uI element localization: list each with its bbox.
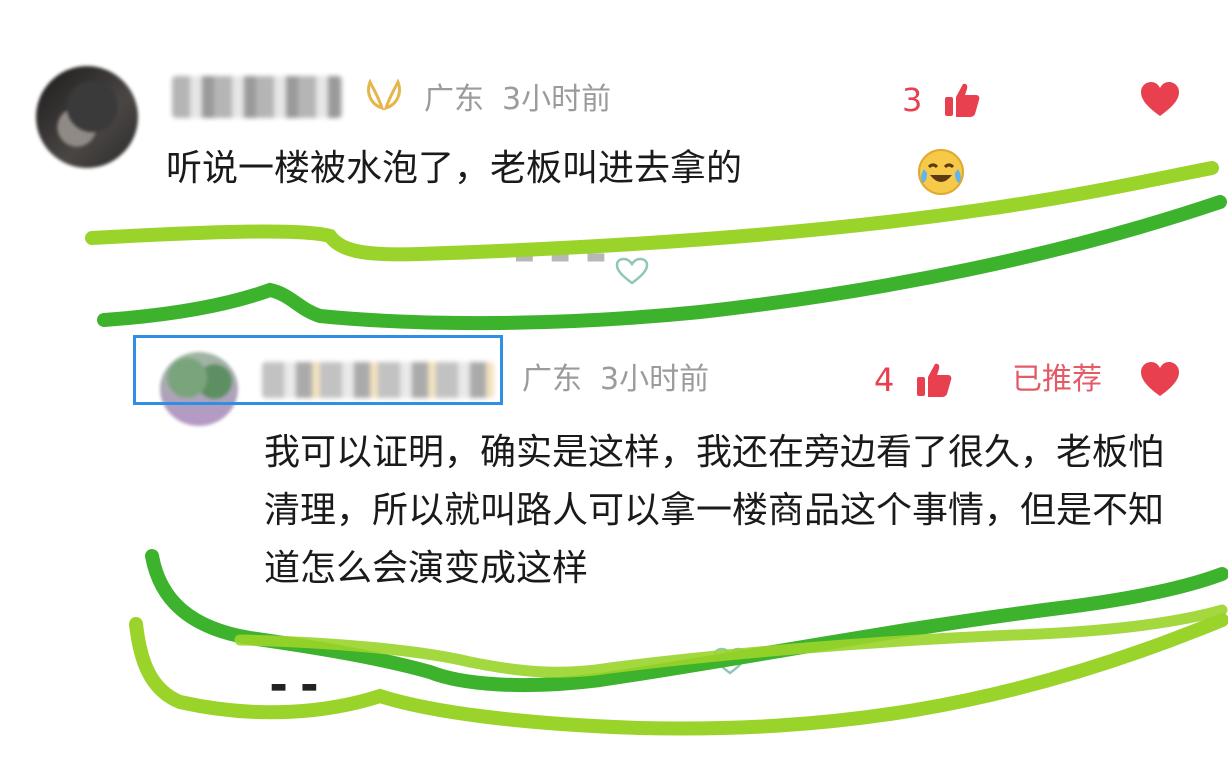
like-count: 3 bbox=[902, 81, 923, 119]
comment-text: 我可以证明，确实是这样，我还在旁边看了很久，老板怕清理，所以就叫路人可以拿一楼商… bbox=[264, 432, 1165, 589]
thumbs-up-icon[interactable] bbox=[942, 80, 982, 120]
location-label: 广东 bbox=[522, 362, 582, 397]
heart-outline-icon[interactable] bbox=[612, 256, 652, 286]
thumbs-up-icon[interactable] bbox=[914, 360, 954, 400]
timestamp: 3小时前 bbox=[502, 82, 612, 117]
divider-dashes: ▬ ▬ bbox=[270, 676, 322, 697]
heart-icon[interactable] bbox=[1140, 362, 1180, 398]
like-count: 4 bbox=[874, 361, 895, 399]
comment-text: 听说一楼被水泡了，老板叫进去拿的 bbox=[166, 148, 743, 189]
scribble-line bbox=[129, 613, 1228, 736]
heart-outline-icon[interactable] bbox=[710, 646, 750, 676]
location-label: 广东 bbox=[424, 82, 484, 117]
avatar[interactable] bbox=[36, 66, 138, 168]
timestamp: 3小时前 bbox=[600, 362, 710, 397]
username-blurred[interactable] bbox=[172, 76, 342, 118]
scribble-line bbox=[97, 195, 1227, 331]
comment-meta: 广东 3小时前 bbox=[522, 360, 709, 400]
recommended-label: 已推荐 bbox=[1012, 362, 1102, 397]
highlight-annotation-box bbox=[133, 335, 503, 405]
crying-laughing-emoji-icon bbox=[916, 147, 966, 197]
laurel-badge-icon bbox=[362, 76, 406, 127]
comment-meta: 广东 3小时前 bbox=[424, 80, 611, 120]
divider-dashes: ▬ ▬ ▬ bbox=[514, 244, 611, 269]
heart-icon[interactable] bbox=[1140, 82, 1180, 118]
